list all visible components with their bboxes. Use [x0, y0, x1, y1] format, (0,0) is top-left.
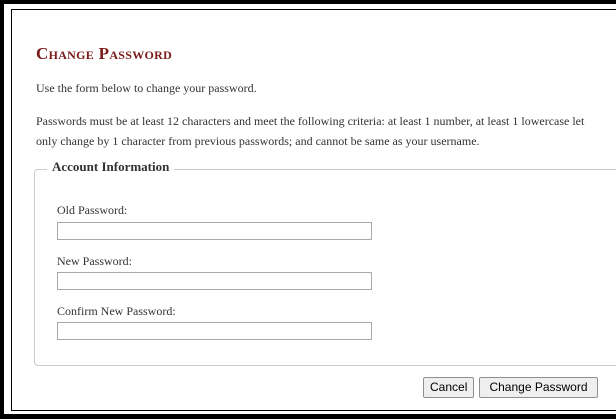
- page-frame: Change Password Use the form below to ch…: [0, 0, 616, 419]
- confirm-password-label: Confirm New Password:: [57, 304, 176, 318]
- page-title: Change Password: [36, 44, 173, 63]
- new-password-input[interactable]: [57, 272, 372, 290]
- change-password-button[interactable]: Change Password: [479, 377, 598, 398]
- confirm-password-input[interactable]: [57, 322, 372, 340]
- old-password-label: Old Password:: [57, 203, 128, 217]
- password-criteria: Passwords must be at least 12 characters…: [36, 111, 584, 151]
- old-password-input[interactable]: [57, 222, 372, 240]
- new-password-label: New Password:: [57, 254, 132, 268]
- criteria-line-2: only change by 1 character from previous…: [36, 134, 480, 148]
- intro-text: Use the form below to change your passwo…: [36, 81, 257, 95]
- criteria-line-1: Passwords must be at least 12 characters…: [36, 114, 585, 128]
- cancel-button[interactable]: Cancel: [423, 377, 474, 398]
- fieldset-legend: Account Information: [47, 159, 175, 175]
